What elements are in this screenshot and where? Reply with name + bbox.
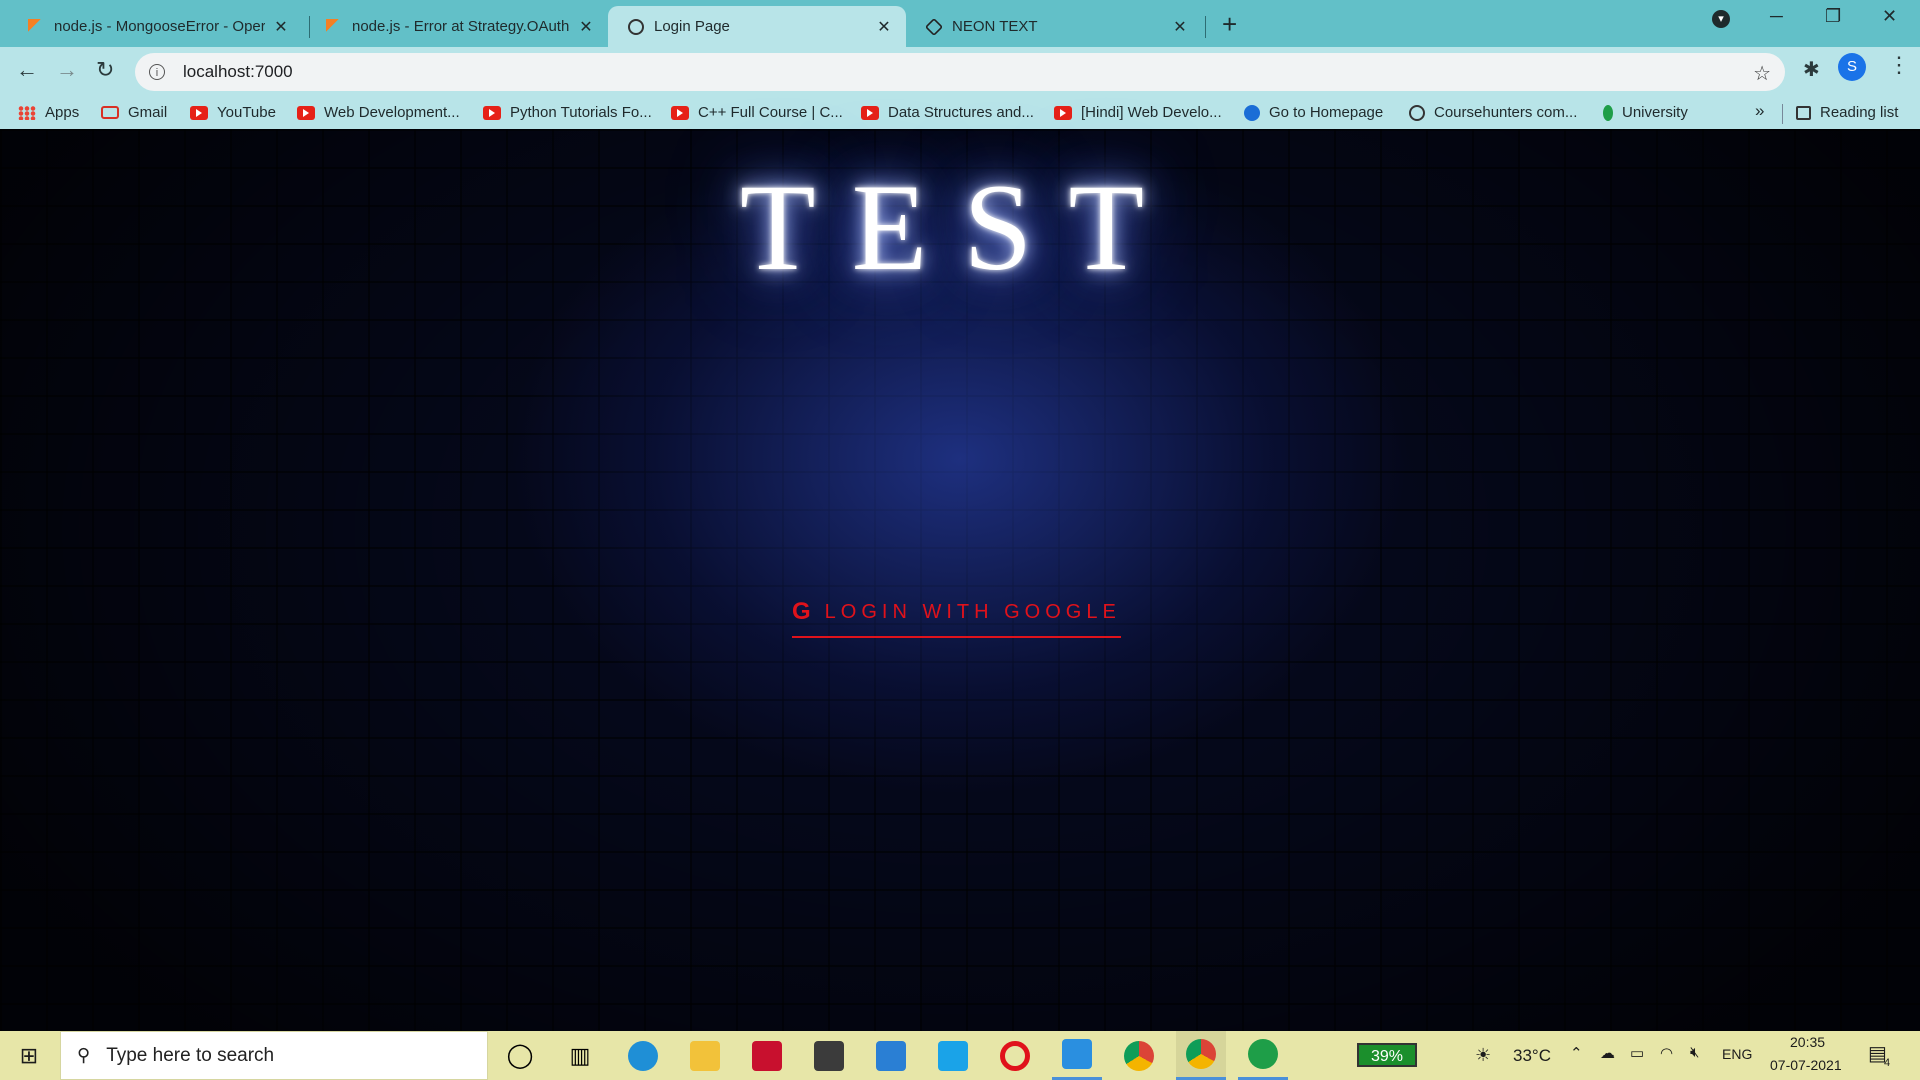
store-icon[interactable] (804, 1031, 854, 1080)
new-tab-button[interactable]: + (1222, 11, 1237, 37)
weather-icon[interactable]: ☀ (1475, 1045, 1491, 1066)
youtube-icon (1054, 105, 1072, 120)
google-icon: G (792, 598, 811, 625)
edge-icon[interactable] (618, 1031, 668, 1080)
leaf-icon (1603, 104, 1613, 121)
restore-button[interactable]: ❐ (1825, 6, 1841, 27)
chevron-up-icon[interactable]: ⌃ (1570, 1044, 1583, 1062)
vscode-icon[interactable] (1052, 1031, 1102, 1080)
bookmarks-separator (1782, 104, 1783, 124)
taskbar: ⊞ ⚲ Type here to search ◯ ▥ 39% ☀ 33°C ⌃… (0, 1031, 1920, 1080)
codepen-icon (924, 17, 944, 36)
login-label: LOGIN WITH GOOGLE (824, 600, 1121, 623)
mongodb-compass-icon[interactable] (1238, 1031, 1288, 1080)
home-icon (1244, 104, 1260, 121)
bookmark-hindi-web-dev[interactable]: [Hindi] Web Develo... (1054, 104, 1222, 121)
bookmark-gmail[interactable]: Gmail (101, 104, 167, 121)
youtube-icon (671, 105, 689, 120)
battery-indicator[interactable]: 39% (1357, 1043, 1417, 1067)
globe-icon (628, 18, 644, 35)
gmail-icon (101, 106, 119, 119)
tab-mongoose-error[interactable]: node.js - MongooseError - Opera ✕ (8, 6, 303, 47)
login-with-google-link[interactable]: G LOGIN WITH GOOGLE (792, 598, 1121, 638)
site-info-icon[interactable]: i (149, 64, 165, 80)
bookmark-cpp-course[interactable]: C++ Full Course | C... (671, 104, 843, 121)
tab-search-icon[interactable]: ▾ (1712, 10, 1730, 28)
youtube-icon (190, 105, 208, 120)
mail-icon[interactable] (866, 1031, 916, 1080)
close-icon[interactable]: ✕ (578, 17, 594, 37)
cortana-icon[interactable]: ◯ (495, 1031, 545, 1080)
stackoverflow-icon (326, 18, 342, 35)
clock-date[interactable]: 07-07-2021 (1770, 1057, 1842, 1073)
back-button[interactable]: ← (16, 59, 38, 81)
menu-icon[interactable]: ⋮ (1888, 52, 1910, 78)
close-window-button[interactable]: ✕ (1882, 6, 1897, 27)
reading-list-button[interactable]: Reading list (1796, 104, 1898, 121)
tab-strip: node.js - MongooseError - Opera ✕ node.j… (0, 0, 1920, 47)
chrome-icon[interactable] (1114, 1031, 1164, 1080)
search-placeholder: Type here to search (106, 1044, 275, 1066)
tab-separator (1205, 16, 1206, 38)
bookmark-web-development[interactable]: Web Development... (297, 104, 460, 121)
more-bookmarks-button[interactable]: » (1755, 101, 1764, 121)
extensions-icon[interactable]: ✱ (1803, 57, 1820, 82)
apps-icon (18, 105, 36, 120)
tab-oauth-error[interactable]: node.js - Error at Strategy.OAuth ✕ (306, 6, 608, 47)
language-indicator[interactable]: ENG (1722, 1046, 1752, 1062)
close-icon[interactable]: ✕ (1172, 17, 1188, 37)
tab-login-page[interactable]: Login Page ✕ (608, 6, 906, 47)
bookmark-go-to-homepage[interactable]: Go to Homepage (1244, 104, 1383, 121)
browser-toolbar: ← → ↻ i localhost:7000 ☆ (0, 47, 1920, 97)
reload-button[interactable]: ↻ (96, 59, 114, 81)
profile-avatar[interactable]: S (1838, 53, 1866, 81)
youtube-icon (297, 105, 315, 120)
close-icon[interactable]: ✕ (876, 17, 892, 37)
search-icon: ⚲ (77, 1045, 91, 1065)
weather-temp[interactable]: 33°C (1513, 1046, 1551, 1066)
tab-neon-text[interactable]: NEON TEXT ✕ (906, 6, 1202, 47)
bookmark-python-tutorials[interactable]: Python Tutorials Fo... (483, 104, 652, 121)
clock-time[interactable]: 20:35 (1790, 1034, 1825, 1050)
youtube-icon (483, 105, 501, 120)
notifications-count: 4 (1884, 1057, 1891, 1069)
windows-start-icon[interactable]: ⊞ (0, 1031, 58, 1080)
bookmark-youtube[interactable]: YouTube (190, 104, 276, 121)
bookmark-star-icon[interactable]: ☆ (1753, 61, 1771, 86)
url-text[interactable]: localhost:7000 (183, 62, 293, 82)
file-explorer-icon[interactable] (680, 1031, 730, 1080)
lunacy-icon[interactable] (928, 1031, 978, 1080)
close-icon[interactable]: ✕ (273, 17, 289, 37)
chrome-profile-icon[interactable] (1176, 1031, 1226, 1080)
bookmark-apps[interactable]: Apps (18, 104, 79, 121)
battery-icon[interactable]: ▭ (1630, 1044, 1644, 1062)
reading-list-icon (1796, 105, 1811, 120)
address-bar[interactable]: i localhost:7000 ☆ (135, 53, 1785, 91)
volume-muted-icon[interactable]: 🔇︎ (1690, 1044, 1699, 1061)
neon-title: TEST (739, 159, 1181, 296)
wifi-icon[interactable]: ◠ (1660, 1044, 1673, 1062)
globe-icon (1409, 104, 1425, 121)
forward-button[interactable]: → (56, 59, 78, 81)
bookmarks-bar: Apps Gmail YouTube Web Development... Py… (0, 97, 1920, 130)
taskbar-search[interactable]: ⚲ Type here to search (60, 1031, 488, 1080)
bookmark-coursehunters[interactable]: Coursehunters com... (1409, 104, 1577, 121)
opera-icon[interactable] (990, 1031, 1040, 1080)
onedrive-icon[interactable]: ☁ (1600, 1044, 1615, 1062)
youtube-icon (861, 105, 879, 120)
bookmark-data-structures[interactable]: Data Structures and... (861, 104, 1034, 121)
minimize-button[interactable]: ─ (1770, 6, 1783, 27)
stackoverflow-icon (28, 18, 44, 35)
login-page: TEST G LOGIN WITH GOOGLE (0, 129, 1920, 1031)
task-view-icon[interactable]: ▥ (555, 1031, 605, 1080)
mcafee-icon[interactable] (742, 1031, 792, 1080)
bookmark-university[interactable]: University (1603, 104, 1688, 121)
